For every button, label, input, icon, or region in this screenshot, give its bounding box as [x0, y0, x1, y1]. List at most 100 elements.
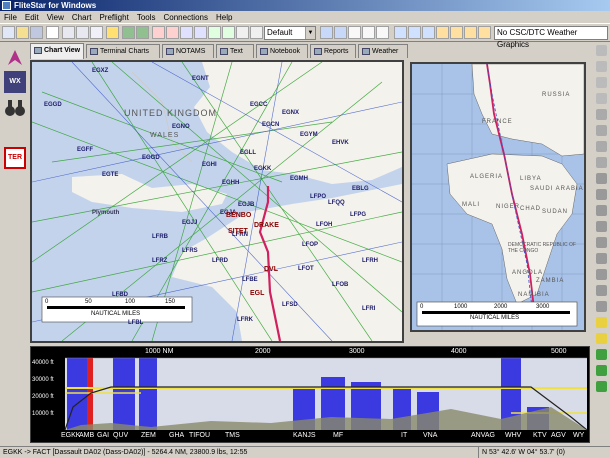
- tool-icon[interactable]: [596, 237, 607, 248]
- new-icon[interactable]: [2, 26, 15, 39]
- profile-waypoint[interactable]: KANJS: [293, 432, 316, 439]
- grid-icon[interactable]: [250, 26, 263, 39]
- airport-label[interactable]: LFOB: [332, 282, 348, 288]
- gear-icon[interactable]: [596, 77, 607, 88]
- pan-icon[interactable]: [194, 26, 207, 39]
- airport-label[interactable]: LFOP: [302, 242, 318, 248]
- airport-label[interactable]: EGNO: [172, 124, 190, 130]
- weather-tool-button[interactable]: WX: [4, 71, 26, 93]
- green-layer-icon[interactable]: [596, 365, 607, 376]
- help-icon[interactable]: [106, 26, 119, 39]
- airport-label[interactable]: EGHH: [222, 180, 239, 186]
- airport-label[interactable]: EGNT: [192, 76, 209, 82]
- tool-icon[interactable]: [596, 189, 607, 200]
- green-layer-icon[interactable]: [596, 349, 607, 360]
- chevron-down-icon[interactable]: ▼: [305, 27, 315, 39]
- zoom-in-icon[interactable]: [152, 26, 165, 39]
- profile-waypoint[interactable]: ZEM: [141, 432, 156, 439]
- airport-label[interactable]: LFSD: [282, 302, 298, 308]
- waypoint-label[interactable]: BENBO: [226, 212, 251, 219]
- tab-notebook[interactable]: Notebook: [256, 44, 308, 58]
- layer-icon[interactable]: [236, 26, 249, 39]
- tool-icon[interactable]: [596, 109, 607, 120]
- forward-arrow-icon[interactable]: [136, 26, 149, 39]
- back-arrow-icon[interactable]: [122, 26, 135, 39]
- tab-text[interactable]: Text: [216, 44, 254, 58]
- waypoint-label[interactable]: EGL: [250, 290, 264, 297]
- airport-label[interactable]: LFRH: [362, 258, 378, 264]
- airport-label[interactable]: LFRK: [237, 317, 253, 323]
- center-icon[interactable]: [208, 26, 221, 39]
- tool-icon[interactable]: [596, 301, 607, 312]
- terrain-icon[interactable]: [334, 26, 347, 39]
- airport-label[interactable]: LFPG: [350, 212, 366, 218]
- ter-tool-button[interactable]: TER: [4, 147, 26, 169]
- airway-icon[interactable]: [362, 26, 375, 39]
- airport-label[interactable]: LFPO: [310, 194, 326, 200]
- overview-map[interactable]: RUSSIA FRANCE ALGERIA LIBYA SAUDI ARABIA…: [410, 62, 586, 332]
- tab-chart-view[interactable]: Chart View: [30, 43, 84, 59]
- airport-label[interactable]: EGXZ: [92, 68, 108, 74]
- cut-icon[interactable]: [62, 26, 75, 39]
- profile-waypoint[interactable]: EGKK: [61, 432, 80, 439]
- print-icon[interactable]: [46, 26, 59, 39]
- sigmet-icon[interactable]: [478, 26, 491, 39]
- airport-label[interactable]: LFOT: [298, 266, 314, 272]
- zoom-out-icon[interactable]: [166, 26, 179, 39]
- gear-icon[interactable]: [596, 45, 607, 56]
- tool-icon[interactable]: [596, 157, 607, 168]
- metar-icon[interactable]: [450, 26, 463, 39]
- airport-label[interactable]: LFBE: [242, 277, 258, 283]
- paste-icon[interactable]: [90, 26, 103, 39]
- airport-label[interactable]: LFQQ: [328, 200, 345, 206]
- profile-waypoint[interactable]: AMB: [79, 432, 94, 439]
- vertical-profile[interactable]: 1000 NM 2000 3000 4000 5000 40000 ft 300…: [30, 346, 590, 443]
- airport-label[interactable]: EGLL: [240, 150, 256, 156]
- tool-icon[interactable]: [596, 173, 607, 184]
- airport-label[interactable]: EHVK: [332, 140, 349, 146]
- airport-label[interactable]: EGNX: [282, 110, 299, 116]
- profile-waypoint[interactable]: QUV: [113, 432, 128, 439]
- airport-label[interactable]: LFOH: [316, 222, 332, 228]
- profile-waypoint[interactable]: WHV: [505, 432, 521, 439]
- profile-waypoint[interactable]: TIFOU: [189, 432, 210, 439]
- taf-icon[interactable]: [464, 26, 477, 39]
- open-icon[interactable]: [16, 26, 29, 39]
- tab-notams[interactable]: NOTAMS: [162, 44, 214, 58]
- tool-icon[interactable]: [596, 253, 607, 264]
- airport-label[interactable]: EGJB: [238, 202, 254, 208]
- profile-waypoint[interactable]: IT: [401, 432, 407, 439]
- airport-label[interactable]: EGTE: [102, 172, 118, 178]
- tool-icon[interactable]: [596, 141, 607, 152]
- map-icon[interactable]: [320, 26, 333, 39]
- airport-label[interactable]: EGMH: [290, 176, 308, 182]
- waypoint-label[interactable]: SITET: [228, 228, 248, 235]
- green-layer-icon[interactable]: [596, 381, 607, 392]
- highlight-icon[interactable]: [596, 333, 607, 344]
- airport-label[interactable]: EGFF: [77, 147, 93, 153]
- airport-label[interactable]: EGGD: [142, 155, 160, 161]
- airport-label[interactable]: EGYM: [300, 132, 318, 138]
- satellite-icon[interactable]: [422, 26, 435, 39]
- profile-waypoint[interactable]: MF: [333, 432, 343, 439]
- airport-label[interactable]: EGJJ: [182, 220, 197, 226]
- fit-route-icon[interactable]: [222, 26, 235, 39]
- tab-terminal-charts[interactable]: Terminal Charts: [86, 44, 160, 58]
- airport-label[interactable]: EGCC: [250, 102, 267, 108]
- profile-waypoint[interactable]: WY: [573, 432, 584, 439]
- chart-view-map[interactable]: UNITED KINGDOM WALES EGXZ EGNT EGGD EGCC…: [30, 60, 404, 343]
- profile-waypoint[interactable]: KTV: [533, 432, 547, 439]
- route-tool-button[interactable]: [4, 47, 26, 69]
- airport-label[interactable]: EBLG: [352, 186, 369, 192]
- profile-waypoint[interactable]: VNA: [423, 432, 437, 439]
- tool-icon[interactable]: [596, 269, 607, 280]
- tab-weather[interactable]: Weather: [358, 44, 408, 58]
- copy-icon[interactable]: [76, 26, 89, 39]
- zoom-box-icon[interactable]: [180, 26, 193, 39]
- binoculars-tool-button[interactable]: [4, 97, 26, 119]
- airport-label[interactable]: EGHI: [202, 162, 217, 168]
- wx-icon[interactable]: [394, 26, 407, 39]
- radar-icon[interactable]: [408, 26, 421, 39]
- tool-icon[interactable]: [596, 285, 607, 296]
- gear-icon[interactable]: [596, 61, 607, 72]
